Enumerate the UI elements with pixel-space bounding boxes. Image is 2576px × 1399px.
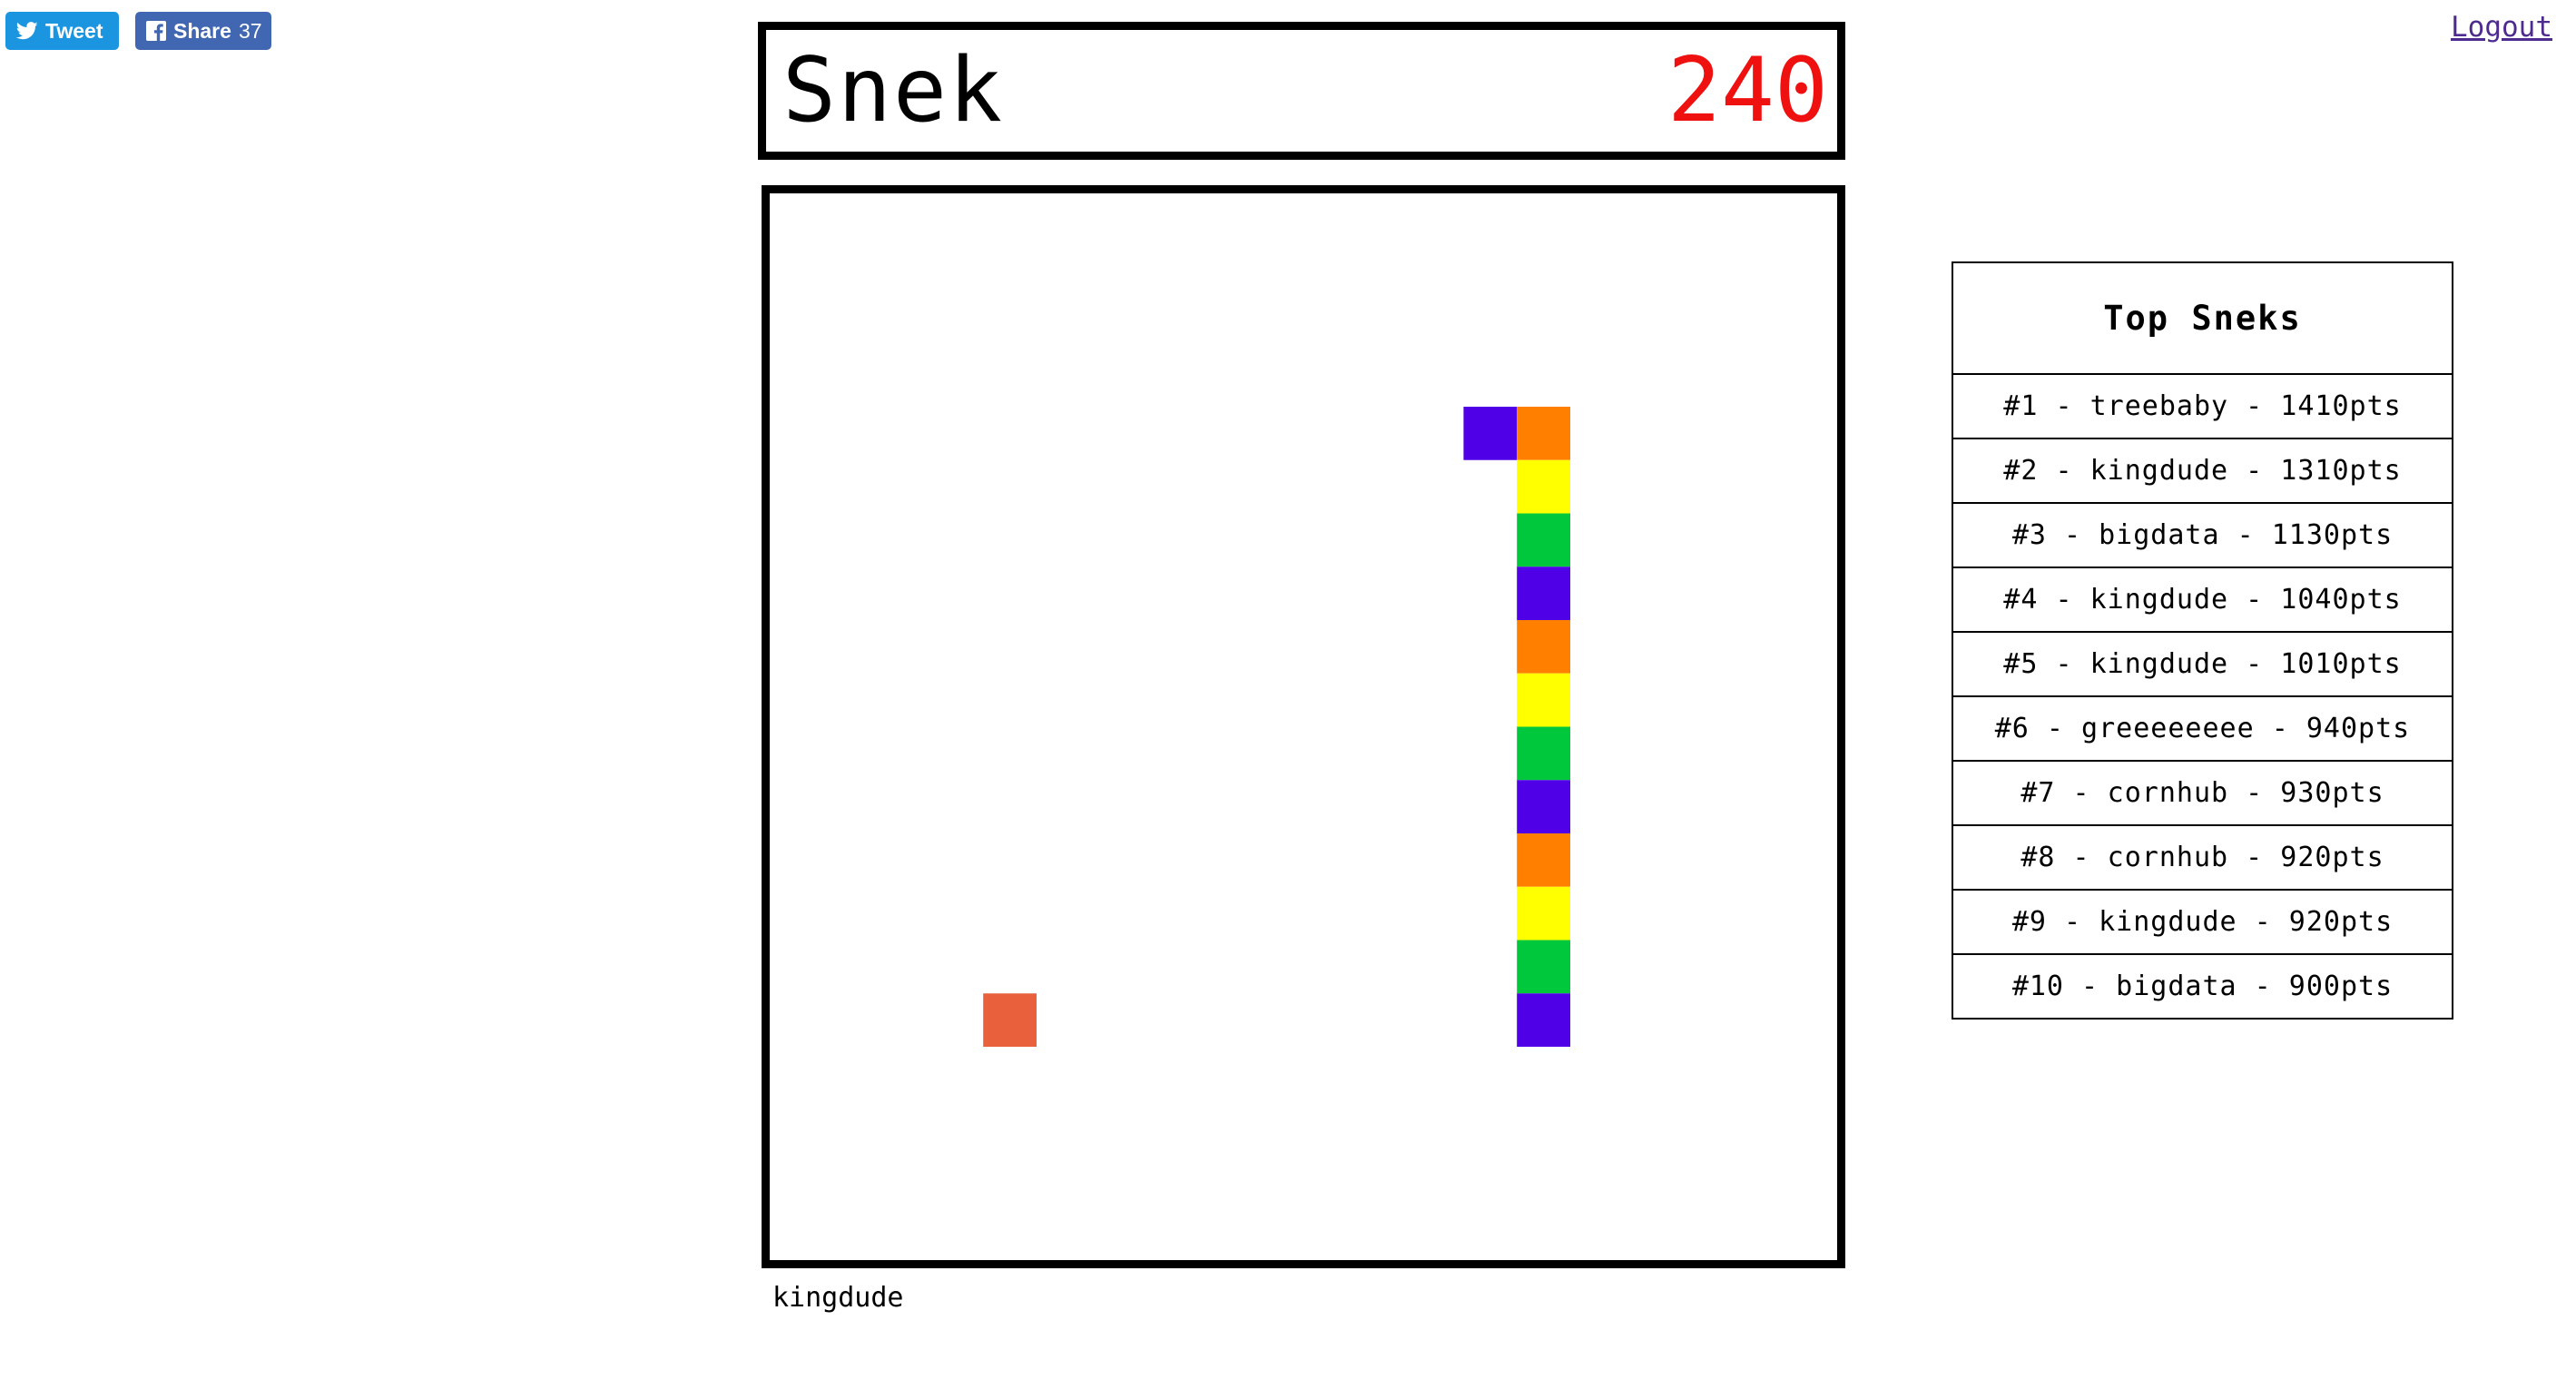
leaderboard-entry: #2 - kingdude - 1310pts: [1953, 439, 2452, 504]
game-title: Snek: [782, 39, 1005, 143]
snake-segment: [1517, 726, 1570, 781]
food-pellet: [983, 993, 1037, 1047]
share-label: Share: [173, 18, 231, 43]
snake-segment: [1517, 993, 1570, 1047]
leaderboard-entry: #5 - kingdude - 1010pts: [1953, 633, 2452, 697]
game-board-canvas: [983, 407, 1570, 1047]
leaderboard-entry: #9 - kingdude - 920pts: [1953, 891, 2452, 955]
snake-segment: [1517, 566, 1570, 620]
player-name: kingdude: [772, 1282, 904, 1314]
leaderboard-list: #1 - treebaby - 1410pts #2 - kingdude - …: [1953, 375, 2452, 1018]
leaderboard-title: Top Sneks: [1953, 263, 2452, 375]
leaderboard-entry: #7 - cornhub - 930pts: [1953, 762, 2452, 826]
leaderboard-entry: #8 - cornhub - 920pts: [1953, 826, 2452, 891]
snake-segment: [1517, 886, 1570, 941]
tweet-button[interactable]: Tweet: [5, 12, 119, 50]
snake-segment: [1517, 513, 1570, 567]
tweet-label: Tweet: [45, 18, 103, 43]
game-header: Snek 240: [758, 22, 1845, 160]
leaderboard-entry: #3 - bigdata - 1130pts: [1953, 504, 2452, 568]
facebook-share-button[interactable]: Share 37: [135, 12, 271, 50]
snake-segment: [1517, 940, 1570, 994]
snake-tail-segment: [1463, 407, 1518, 460]
leaderboard: Top Sneks #1 - treebaby - 1410pts #2 - k…: [1952, 261, 2453, 1020]
share-count: 37: [238, 18, 262, 43]
logout-link[interactable]: Logout: [2451, 11, 2552, 44]
score-display: 240: [1667, 39, 1828, 143]
game-board[interactable]: [762, 185, 1845, 1268]
twitter-bird-icon: [16, 22, 38, 40]
leaderboard-entry: #10 - bigdata - 900pts: [2011, 970, 2394, 1002]
social-bar: Tweet Share 37: [5, 12, 271, 50]
snake-segment: [1517, 780, 1570, 833]
leaderboard-entry: #4 - kingdude - 1040pts: [1953, 568, 2452, 633]
leaderboard-entry: #1 - treebaby - 1410pts: [1953, 375, 2452, 439]
snake-segment: [1517, 407, 1570, 460]
snake-segment: [1517, 459, 1570, 514]
facebook-icon: [146, 21, 166, 41]
snake-segment: [1517, 833, 1570, 887]
snake-segment: [1517, 673, 1570, 727]
leaderboard-entry: #6 - greeeeeeee - 940pts: [1953, 697, 2452, 762]
snake-segment: [1517, 620, 1570, 674]
